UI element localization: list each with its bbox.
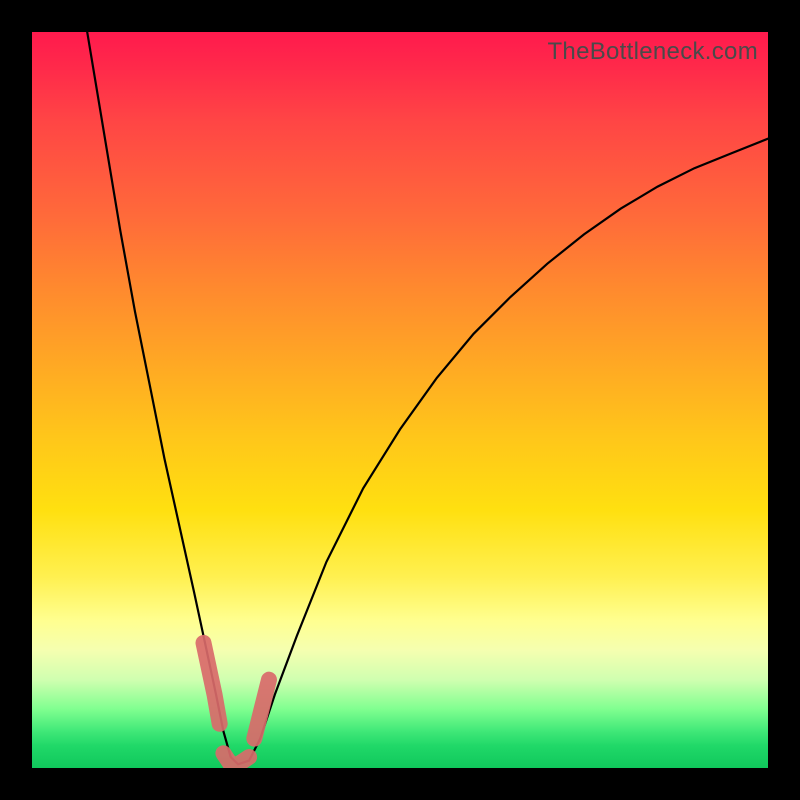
chart-frame: TheBottleneck.com xyxy=(0,0,800,800)
highlight-left xyxy=(204,643,220,724)
highlight-right xyxy=(254,680,269,739)
watermark-text: TheBottleneck.com xyxy=(547,38,758,66)
curve-svg xyxy=(32,32,768,768)
highlight-bottom xyxy=(223,753,249,764)
bottleneck-curve xyxy=(87,32,768,764)
plot-area: TheBottleneck.com xyxy=(32,32,768,768)
